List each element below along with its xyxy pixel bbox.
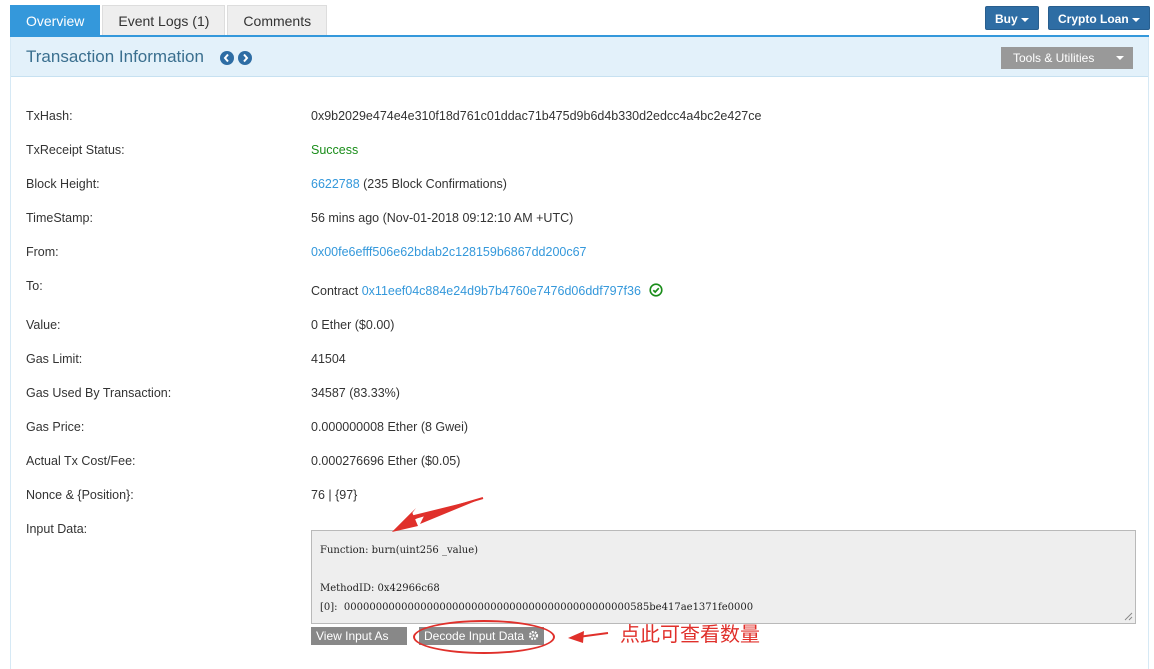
annotation-arrows [392,497,609,643]
annotation-text: 点此可查看数量 [620,624,760,646]
